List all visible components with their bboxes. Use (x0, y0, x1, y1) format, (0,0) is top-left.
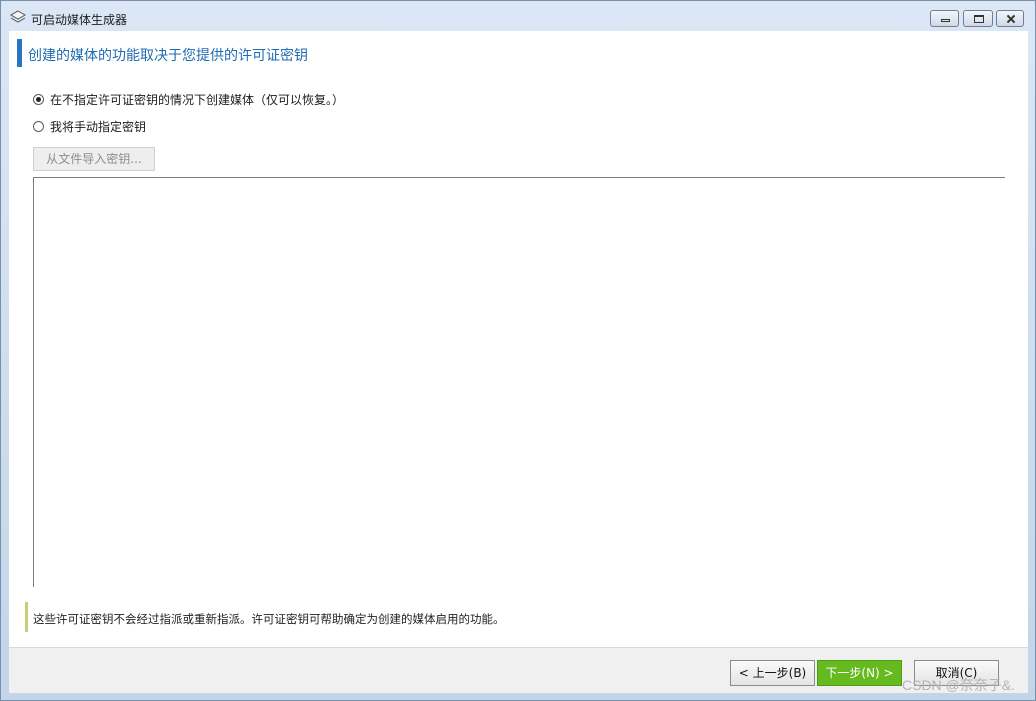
key-list-area[interactable] (33, 177, 1005, 587)
footer-bar: < 上一步(B) 下一步(N) > 取消(C) (9, 647, 1028, 693)
close-button[interactable] (996, 10, 1024, 27)
minimize-button[interactable] (930, 10, 959, 27)
import-key-button[interactable]: 从文件导入密钥... (33, 147, 155, 171)
client-area: 创建的媒体的功能取决于您提供的许可证密钥 在不指定许可证密钥的情况下创建媒体（仅… (9, 31, 1028, 693)
option-no-key[interactable]: 在不指定许可证密钥的情况下创建媒体（仅可以恢复。） (33, 91, 344, 108)
option-no-key-label: 在不指定许可证密钥的情况下创建媒体（仅可以恢复。） (50, 93, 345, 107)
watermark: CSDN @奈奈子&. (902, 677, 1015, 693)
maximize-button[interactable] (963, 10, 993, 27)
next-button[interactable]: 下一步(N) > (817, 660, 902, 686)
title-bar: 可启动媒体生成器 (1, 1, 1035, 31)
back-button[interactable]: < 上一步(B) (730, 660, 815, 686)
option-manual-key[interactable]: 我将手动指定密钥 (33, 118, 146, 135)
radio-manual-key[interactable] (33, 121, 44, 132)
header-accent (17, 39, 22, 67)
note-accent (25, 602, 28, 632)
layers-icon (10, 10, 26, 23)
page-title: 创建的媒体的功能取决于您提供的许可证密钥 (28, 48, 308, 64)
info-note: 这些许可证密钥不会经过指派或重新指派。许可证密钥可帮助确定为创建的媒体启用的功能… (33, 612, 505, 626)
minimize-icon (931, 11, 958, 26)
window-title: 可启动媒体生成器 (31, 13, 128, 27)
radio-no-key[interactable] (33, 94, 44, 105)
option-manual-key-label: 我将手动指定密钥 (50, 120, 147, 134)
app-window: 可启动媒体生成器 创建的媒体的功能取决于您提供的许可证密钥 在不指定许可证密钥的… (0, 0, 1036, 701)
close-icon (997, 11, 1023, 26)
maximize-icon (964, 11, 992, 26)
